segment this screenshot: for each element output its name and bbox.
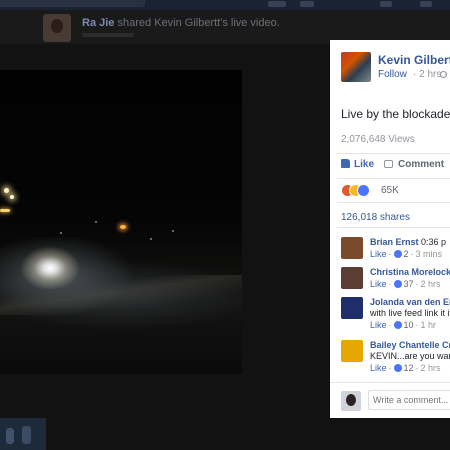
write-comment-input[interactable] — [368, 390, 450, 410]
commenter-avatar[interactable] — [341, 267, 363, 289]
comment-like-link[interactable]: Like — [370, 320, 387, 330]
post-caption: Live by the blockade on — [341, 107, 450, 121]
background-thumbnail — [0, 418, 46, 450]
like-reaction-icon — [393, 250, 402, 258]
nav-messages-icon[interactable] — [420, 1, 432, 7]
comment-like-count: 10 — [403, 320, 414, 330]
top-navigation-bar — [0, 0, 450, 10]
background-poster-subject: Kevin Gilbertt's live video. — [154, 17, 280, 29]
comment-text: KEVIN...are you wan — [370, 351, 450, 361]
commenter-avatar[interactable] — [341, 237, 363, 259]
video-speck — [150, 238, 152, 240]
comment-like-link[interactable]: Like — [370, 363, 387, 373]
divider — [337, 178, 450, 179]
like-reaction-icon — [393, 280, 402, 288]
like-button[interactable]: Like — [341, 159, 374, 170]
view-count: 2,076,648 Views — [341, 134, 415, 145]
comment-item: Jolanda van den Er with live feed link i… — [330, 293, 450, 333]
commenter-name[interactable]: Jolanda van den Er — [370, 297, 450, 307]
comment-bubble-icon — [384, 160, 393, 168]
post-side-panel: Kevin Gilbertt Follow · 2 hrs · Live by … — [330, 40, 450, 418]
background-poster-avatar — [43, 14, 71, 42]
reaction-count: 65K — [381, 185, 399, 196]
current-user-avatar — [341, 391, 361, 411]
video-light-spot — [4, 188, 9, 193]
share-count[interactable]: 126,018 shares — [341, 212, 410, 223]
video-speck — [172, 230, 174, 232]
live-video-player[interactable] — [0, 70, 242, 374]
comment-item: Bailey Chantelle Cr KEVIN...are you wan … — [330, 336, 450, 376]
comment-button-label: Comment — [398, 159, 445, 170]
post-header: Kevin Gilbertt Follow · 2 hrs · — [330, 40, 450, 92]
author-name[interactable]: Kevin Gilbertt — [378, 53, 450, 67]
like-reaction-icon — [393, 321, 402, 329]
write-comment-area — [330, 382, 450, 418]
background-post-meta — [82, 33, 134, 37]
follow-link[interactable]: Follow — [378, 69, 407, 80]
comment-like-count: 37 — [403, 279, 414, 289]
globe-icon — [440, 71, 447, 78]
nav-profile-icon[interactable] — [268, 1, 286, 7]
comment-button[interactable]: Comment — [384, 159, 444, 170]
comment-time[interactable]: 2 hrs — [421, 363, 441, 373]
video-light-spot — [120, 225, 126, 229]
divider — [337, 227, 450, 228]
video-light-spot — [10, 195, 14, 199]
like-reaction-icon — [393, 364, 402, 372]
like-button-label: Like — [354, 159, 375, 170]
comment-actions: Like · 12 · 2 hrs — [370, 363, 441, 373]
comment-like-link[interactable]: Like — [370, 249, 387, 259]
search-bar[interactable] — [0, 0, 145, 7]
comment-like-link[interactable]: Like — [370, 279, 387, 289]
commenter-avatar[interactable] — [341, 340, 363, 362]
commenter-name-text: Brian Ernst — [370, 237, 419, 247]
divider — [337, 202, 450, 203]
comment-text: 0:36 p — [421, 237, 447, 247]
like-reaction-icon — [357, 184, 370, 197]
author-avatar[interactable] — [341, 52, 371, 82]
comment-actions: Like · 37 · 2 hrs — [370, 279, 441, 289]
comment-actions: Like · 2 · 3 mins — [370, 249, 443, 259]
commenter-name[interactable]: Brian Ernst 0:36 p — [370, 237, 446, 247]
comment-text: with live feed link it it — [370, 308, 450, 318]
commenter-name[interactable]: Bailey Chantelle Cr — [370, 340, 450, 350]
video-speck — [95, 221, 97, 223]
commenter-avatar[interactable] — [341, 297, 363, 319]
comment-time[interactable]: 2 hrs — [421, 279, 441, 289]
video-speck — [60, 232, 62, 234]
background-poster-name: Ra Jie — [82, 17, 115, 29]
commenter-name[interactable]: Christina Morelock — [370, 267, 450, 277]
thumbs-up-icon — [341, 159, 350, 168]
video-road-glow — [0, 275, 242, 315]
background-poster-line: Ra Jie shared Kevin Gilbertt's live vide… — [82, 17, 280, 29]
nav-home-icon[interactable] — [300, 1, 314, 7]
nav-friends-icon[interactable] — [380, 1, 392, 7]
comment-time[interactable]: 1 hr — [421, 320, 437, 330]
comment-actions: Like · 10 · 1 hr — [370, 320, 437, 330]
divider — [337, 153, 450, 154]
video-light-spot — [0, 209, 10, 212]
comment-like-count: 12 — [403, 363, 414, 373]
background-poster-verb: shared — [117, 17, 152, 29]
comment-like-count: 2 — [403, 249, 409, 259]
post-actions: Like Comment — [330, 155, 450, 177]
comment-time[interactable]: 3 mins — [416, 249, 443, 259]
